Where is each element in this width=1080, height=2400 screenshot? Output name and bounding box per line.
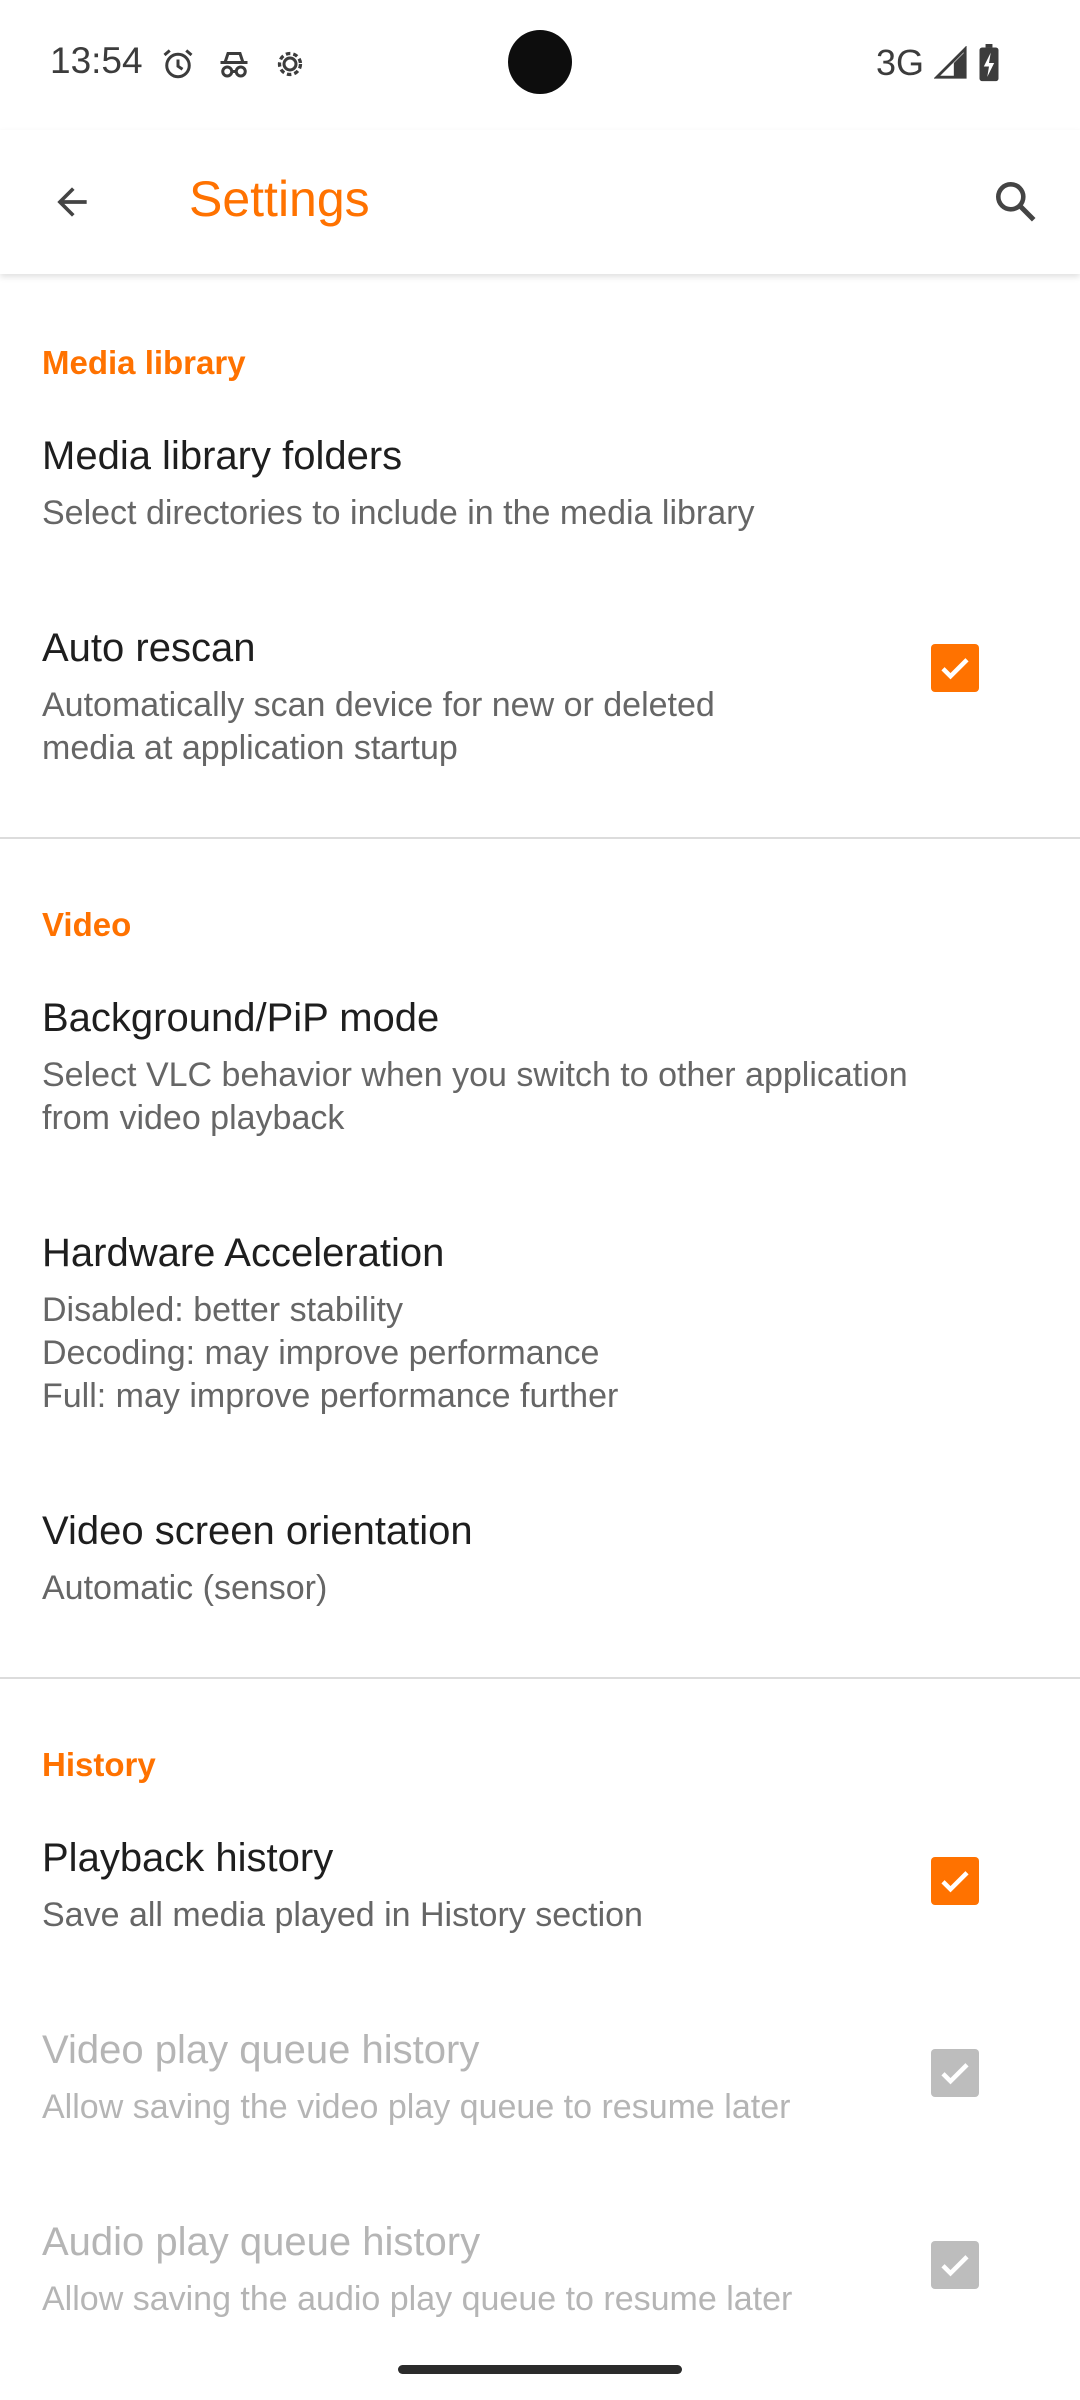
arrow-back-icon bbox=[57, 187, 87, 217]
pref-title: Background/PiP mode bbox=[42, 996, 440, 1040]
battery-charging-icon bbox=[978, 44, 1000, 87]
alarm-icon bbox=[158, 44, 198, 84]
check-icon bbox=[941, 658, 969, 680]
pref-summary: Allow saving the video play queue to res… bbox=[42, 2088, 791, 2126]
check-icon bbox=[941, 2063, 969, 2085]
status-bar: 13:54 3G bbox=[0, 0, 1080, 130]
divider bbox=[0, 837, 1080, 839]
pref-summary: Select directories to include in the med… bbox=[42, 494, 755, 532]
section-header-video: Video bbox=[42, 906, 132, 943]
back-button[interactable] bbox=[36, 166, 108, 238]
video-queue-history-checkbox bbox=[931, 2049, 979, 2097]
pref-title: Video play queue history bbox=[42, 2028, 480, 2072]
pref-summary: Disabled: better stability Decoding: may… bbox=[42, 1291, 619, 1415]
pref-media-library-folders[interactable]: Media library folders Select directories… bbox=[0, 434, 1080, 626]
status-icons-right bbox=[933, 44, 1000, 87]
pref-background-pip-mode[interactable]: Background/PiP mode Select VLC behavior … bbox=[0, 996, 1080, 1226]
pref-summary: Save all media played in History section bbox=[42, 1896, 643, 1934]
pref-title: Audio play queue history bbox=[42, 2220, 481, 2264]
pref-hardware-acceleration[interactable]: Hardware Acceleration Disabled: better s… bbox=[0, 1231, 1080, 1501]
divider bbox=[0, 1677, 1080, 1679]
section-header-history: History bbox=[42, 1746, 156, 1783]
pref-audio-play-queue-history: Audio play queue history Allow saving th… bbox=[0, 2220, 1080, 2334]
pref-title: Video screen orientation bbox=[42, 1509, 473, 1553]
section-header-media-library: Media library bbox=[42, 344, 246, 381]
page-title: Settings bbox=[189, 171, 370, 227]
pref-playback-history[interactable]: Playback history Save all media played i… bbox=[0, 1836, 1080, 2016]
settings-list[interactable]: Media library Media library folders Sele… bbox=[0, 274, 1080, 2334]
check-icon bbox=[941, 1871, 969, 1893]
pref-video-screen-orientation[interactable]: Video screen orientation Automatic (sens… bbox=[0, 1509, 1080, 1669]
search-button[interactable] bbox=[980, 166, 1052, 238]
pref-summary: Select VLC behavior when you switch to o… bbox=[42, 1056, 908, 1137]
pref-title: Media library folders bbox=[42, 434, 403, 478]
settings-gear-icon bbox=[270, 44, 310, 84]
camera-cutout bbox=[508, 30, 572, 94]
incognito-icon bbox=[214, 44, 254, 84]
network-type: 3G bbox=[876, 42, 925, 83]
pref-summary: Automatically scan device for new or del… bbox=[42, 686, 715, 767]
pref-title: Auto rescan bbox=[42, 626, 256, 670]
status-time: 13:54 bbox=[50, 40, 143, 81]
pref-title: Hardware Acceleration bbox=[42, 1231, 445, 1275]
signal-icon bbox=[933, 45, 968, 85]
pref-auto-rescan[interactable]: Auto rescan Automatically scan device fo… bbox=[0, 626, 1080, 836]
check-icon bbox=[941, 2255, 969, 2277]
pref-summary: Automatic (sensor) bbox=[42, 1569, 328, 1607]
pref-summary: Allow saving the audio play queue to res… bbox=[42, 2280, 793, 2318]
pref-video-play-queue-history: Video play queue history Allow saving th… bbox=[0, 2028, 1080, 2208]
status-icons-left bbox=[158, 44, 310, 84]
search-icon bbox=[996, 182, 1036, 222]
playback-history-checkbox[interactable] bbox=[931, 1857, 979, 1905]
pref-title: Playback history bbox=[42, 1836, 334, 1880]
app-bar: Settings bbox=[0, 130, 1080, 274]
gesture-nav-handle[interactable] bbox=[398, 2365, 682, 2374]
auto-rescan-checkbox[interactable] bbox=[931, 644, 979, 692]
audio-queue-history-checkbox bbox=[931, 2241, 979, 2289]
